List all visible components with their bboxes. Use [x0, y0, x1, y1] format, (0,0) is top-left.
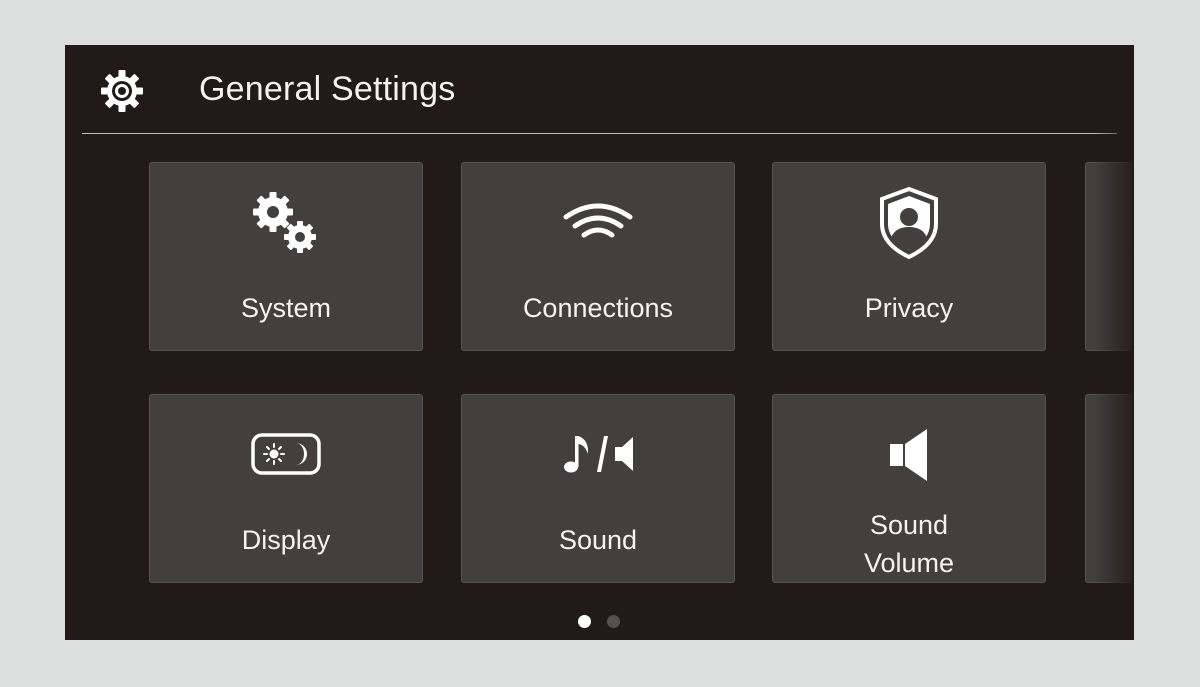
tile-label-line1: Sound	[869, 510, 949, 540]
tile-connections[interactable]: Connections	[461, 162, 735, 351]
speaker-icon	[890, 429, 927, 481]
display-day-night-icon	[251, 433, 321, 475]
page-title: General Settings	[199, 70, 456, 108]
music-speaker-icon	[564, 436, 633, 473]
privacy-shield-icon	[880, 186, 938, 260]
tile-label: Display	[241, 525, 331, 555]
wifi-icon	[563, 203, 633, 238]
tile-next-page-partial[interactable]	[1085, 162, 1132, 351]
tile-sound-volume[interactable]: Sound Volume	[772, 394, 1046, 583]
gears-icon	[253, 192, 316, 253]
tile-privacy[interactable]: Privacy	[772, 162, 1046, 351]
tile-next-page-partial[interactable]	[1085, 394, 1132, 583]
header-divider	[82, 133, 1117, 134]
page-indicator-dot[interactable]	[607, 615, 620, 628]
tile-display[interactable]: Display	[149, 394, 423, 583]
settings-screen: General Settings System Connections Priv…	[65, 45, 1134, 640]
tile-system[interactable]: System	[149, 162, 423, 351]
tile-label: Sound	[558, 525, 638, 555]
page-indicator-dot-active[interactable]	[578, 615, 591, 628]
tile-label: Connections	[522, 293, 674, 323]
tile-sound[interactable]: Sound	[461, 394, 735, 583]
tile-label: Privacy	[864, 293, 954, 323]
gear-icon	[101, 70, 143, 112]
header: General Settings	[65, 45, 1134, 134]
tile-label: System	[240, 293, 332, 323]
tile-label-line2: Volume	[863, 548, 955, 578]
